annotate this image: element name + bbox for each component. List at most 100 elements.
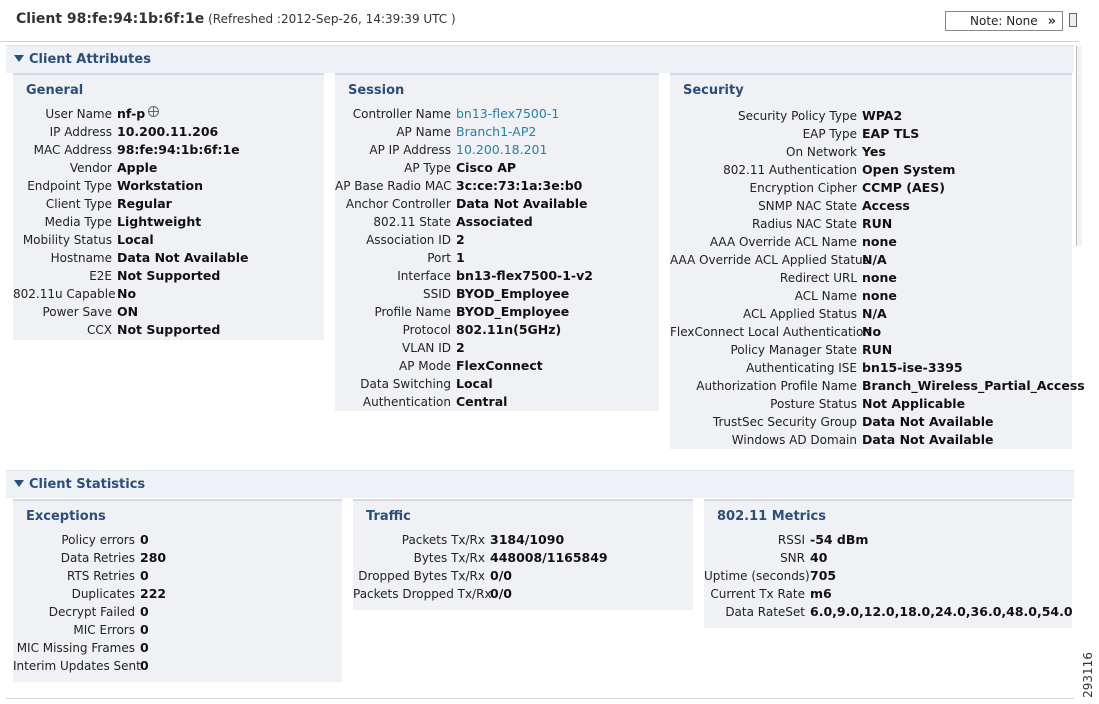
note-label: Note: None xyxy=(970,14,1038,28)
attribute-row: Decrypt Failed 0 xyxy=(13,603,149,621)
attribute-value: Access xyxy=(862,198,910,213)
attribute-value: 3c:ce:73:1a:3e:b0 xyxy=(456,178,583,193)
attribute-label: Policy errors xyxy=(61,533,135,547)
note-button[interactable]: Note: None » xyxy=(945,11,1063,31)
attribute-label: Decrypt Failed xyxy=(48,605,135,619)
attribute-label: Uptime (seconds) xyxy=(704,569,810,583)
attribute-value: RUN xyxy=(862,342,893,357)
attribute-row: Uptime (seconds) 705 xyxy=(704,567,836,585)
attribute-value: 0 xyxy=(140,622,149,637)
attribute-label: Hostname xyxy=(50,251,112,265)
attribute-value: 2 xyxy=(456,232,465,247)
attribute-label: Authenticating ISE xyxy=(746,361,857,375)
attribute-row: Policy Manager State RUN xyxy=(670,341,892,359)
attribute-row: On Network Yes xyxy=(670,143,886,161)
attribute-row: Packets Tx/Rx 3184/1090 xyxy=(353,531,564,549)
attribute-row: AP Base Radio MAC 3c:ce:73:1a:3e:b0 xyxy=(335,177,582,195)
attribute-value: 6.0,9.0,12.0,18.0,24.0,36.0,48.0,54.0 xyxy=(810,604,1073,619)
attribute-row: Power Save ON xyxy=(13,303,138,321)
attribute-value: Central xyxy=(456,394,508,409)
attribute-row: SSID BYOD_Employee xyxy=(335,285,569,303)
attribute-label: Bytes Tx/Rx xyxy=(413,551,485,565)
attribute-value: 0 xyxy=(140,640,149,655)
collapse-triangle-icon[interactable] xyxy=(14,55,24,62)
attribute-label: 802.11 Authentication xyxy=(723,163,857,177)
attribute-value-link[interactable]: Branch1-AP2 xyxy=(456,123,536,141)
attribute-label: RSSI xyxy=(777,533,805,547)
panel-general: General User Name nf-p IP Address 10.200.11… xyxy=(13,73,324,340)
section-title: Client Statistics xyxy=(29,477,146,492)
attribute-value: Associated xyxy=(456,214,533,229)
section-client-statistics[interactable]: Client Statistics xyxy=(6,470,1074,498)
collapse-triangle-icon[interactable] xyxy=(14,480,24,487)
attribute-value: none xyxy=(862,234,897,249)
attribute-row: Media Type Lightweight xyxy=(13,213,202,231)
attribute-row: RSSI -54 dBm xyxy=(704,531,869,549)
attribute-label: Authentication xyxy=(362,395,451,409)
attribute-label: Policy Manager State xyxy=(730,343,857,357)
attribute-label: Profile Name xyxy=(374,305,451,319)
attribute-row: MIC Missing Frames 0 xyxy=(13,639,149,657)
attribute-label: SSID xyxy=(422,287,451,301)
attribute-value: 705 xyxy=(810,568,837,583)
page-title: Client 98:fe:94:1b:6f:1e (Refreshed :201… xyxy=(16,11,456,27)
panel-edge-icon[interactable] xyxy=(1069,13,1077,27)
double-chevron-right-icon: » xyxy=(1047,13,1056,29)
attribute-row: Mobility Status Local xyxy=(13,231,154,249)
attribute-label: Encryption Cipher xyxy=(749,181,858,195)
attribute-label: EAP Type xyxy=(802,127,857,141)
panel-traffic: Traffic Packets Tx/Rx 3184/1090 Bytes Tx/R… xyxy=(353,499,693,610)
attribute-label: Protocol xyxy=(402,323,451,337)
attribute-value: Not Supported xyxy=(117,322,221,337)
figure-number-text: 293116 xyxy=(1080,652,1095,698)
section-client-attributes[interactable]: Client Attributes xyxy=(6,45,1074,73)
attribute-row: Authorization Profile Name Branch_Wireles… xyxy=(670,377,1084,395)
attribute-label: Data Retries xyxy=(60,551,135,565)
attribute-row: E2E Not Supported xyxy=(13,267,220,285)
panel-title: Session xyxy=(348,83,405,98)
attribute-label: TrustSec Security Group xyxy=(712,415,857,429)
attribute-value-link[interactable]: 10.200.18.201 xyxy=(456,141,547,159)
panel-session: Session Controller Name bn13-flex7500-1 AP… xyxy=(335,73,659,411)
attribute-label: SNR xyxy=(780,551,805,565)
attribute-value: FlexConnect xyxy=(456,358,543,373)
attribute-row: AP Mode FlexConnect xyxy=(335,357,543,375)
attribute-value-link[interactable]: bn13-flex7500-1 xyxy=(456,105,559,123)
attribute-value: Local xyxy=(456,376,493,391)
attribute-row: Vendor Apple xyxy=(13,159,158,177)
attribute-row: EAP Type EAP TLS xyxy=(670,125,920,143)
attribute-row: Endpoint Type Workstation xyxy=(13,177,203,195)
attribute-value: 280 xyxy=(140,550,167,565)
attribute-value: 0 xyxy=(140,604,149,619)
attribute-row: Windows AD Domain Data Not Available xyxy=(670,431,994,449)
section-title: Client Attributes xyxy=(29,52,151,67)
attribute-label: 802.11 State xyxy=(373,215,451,229)
attribute-value: 222 xyxy=(140,586,167,601)
globe-icon[interactable] xyxy=(148,106,160,117)
attribute-label: Windows AD Domain xyxy=(731,433,857,447)
attribute-value: m6 xyxy=(810,586,832,601)
attribute-row: Interface bn13-flex7500-1-v2 xyxy=(335,267,593,285)
attribute-row: ACL Applied Status N/A xyxy=(670,305,887,323)
attribute-label: Association ID xyxy=(366,233,451,247)
attribute-row: Bytes Tx/Rx 448008/1165849 xyxy=(353,549,608,567)
vertical-scrollbar[interactable] xyxy=(1076,46,1082,246)
attribute-row: Port 1 xyxy=(335,249,465,267)
attribute-label: E2E xyxy=(89,269,112,283)
attribute-value: Lightweight xyxy=(117,214,202,229)
refresh-timestamp: (Refreshed :2012-Sep-26, 14:39:39 UTC ) xyxy=(208,12,456,26)
attribute-label: AAA Override ACL Applied Status xyxy=(670,253,869,267)
attribute-value: BYOD_Employee xyxy=(456,286,570,301)
attribute-row: SNR 40 xyxy=(704,549,827,567)
attribute-label: Data Switching xyxy=(360,377,451,391)
attribute-label: Interface xyxy=(397,269,451,283)
attribute-label: Client Type xyxy=(45,197,112,211)
panel-title: Traffic xyxy=(366,509,411,524)
attribute-row: 802.11 State Associated xyxy=(335,213,533,231)
attribute-row: Anchor Controller Data Not Available xyxy=(335,195,588,213)
attribute-row: Data RateSet 6.0,9.0,12.0,18.0,24.0,36.0,… xyxy=(704,603,1073,621)
attribute-label: FlexConnect Local Authentication xyxy=(670,325,871,339)
attribute-label: ACL Name xyxy=(794,289,857,303)
attribute-row: VLAN ID 2 xyxy=(335,339,465,357)
attribute-value: 0/0 xyxy=(490,568,512,583)
